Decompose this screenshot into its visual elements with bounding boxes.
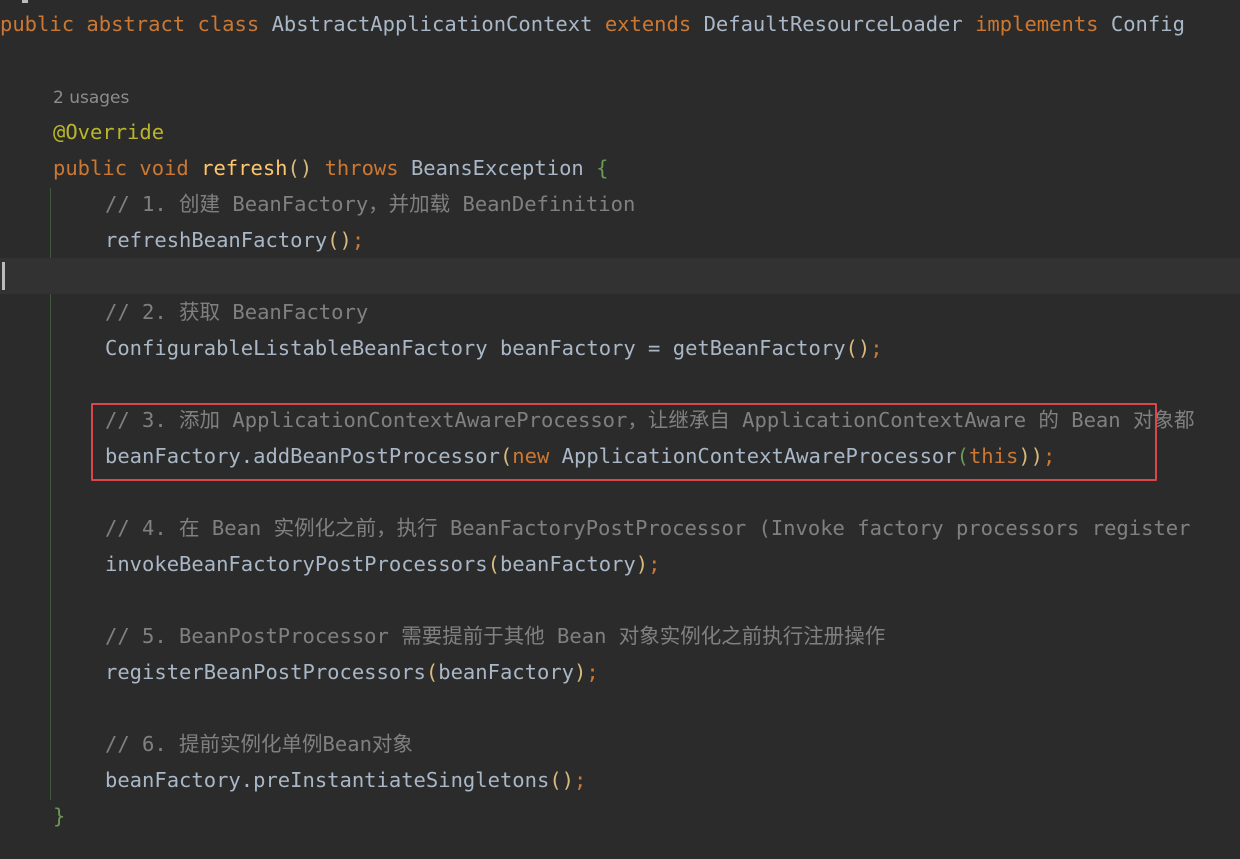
fold-marker: [22, 0, 28, 3]
semicolon: ;: [351, 228, 365, 252]
method-open-brace: {: [596, 156, 609, 180]
method-close-brace[interactable]: }: [53, 798, 65, 834]
code-line-method-declaration[interactable]: public void refresh() throws BeansExcept…: [53, 150, 608, 186]
super-class-name: DefaultResourceLoader: [703, 12, 963, 36]
code-line-class-declaration[interactable]: public abstract class AbstractApplicatio…: [0, 6, 1185, 42]
arg-bean-factory: beanFactory: [438, 660, 575, 684]
call-get-bean-factory: getBeanFactory: [672, 336, 846, 360]
call-register-bean-post-processors: registerBeanPostProcessors: [105, 660, 426, 684]
override-annotation: @Override: [53, 120, 165, 144]
call-parens: (): [845, 336, 871, 360]
semicolon: ;: [870, 336, 883, 360]
call-refresh-bean-factory: refreshBeanFactory: [105, 228, 328, 252]
keyword-class: class: [197, 12, 260, 36]
keyword-abstract: abstract: [86, 12, 186, 36]
exception-name: BeansException: [410, 156, 584, 180]
open-paren: (: [487, 552, 500, 576]
semicolon: ;: [574, 768, 587, 792]
call-parens: (): [549, 768, 575, 792]
keyword-implements: implements: [975, 12, 1099, 36]
code-comment-1[interactable]: // 1. 创建 BeanFactory，并加载 BeanDefinition: [105, 186, 635, 222]
close-paren: ): [635, 552, 649, 576]
code-comment-6[interactable]: // 6. 提前实例化单例Bean对象: [105, 726, 413, 762]
code-line-refresh-bean-factory[interactable]: refreshBeanFactory();: [105, 222, 364, 258]
keyword-void: void: [139, 156, 189, 180]
open-paren: (: [425, 660, 439, 684]
semicolon: ;: [586, 660, 599, 684]
type-configurable-listable-bean-factory: ConfigurableListableBeanFactory: [105, 336, 488, 360]
method-name: refresh: [201, 156, 288, 180]
code-line-get-bean-factory[interactable]: ConfigurableListableBeanFactory beanFact…: [105, 330, 883, 366]
call-invoke-bean-factory-post-processors: invokeBeanFactoryPostProcessors: [105, 552, 488, 576]
close-paren: ): [574, 660, 587, 684]
code-line-pre-instantiate-singletons[interactable]: beanFactory.preInstantiateSingletons();: [105, 762, 586, 798]
code-editor[interactable]: public abstract class AbstractApplicatio…: [0, 0, 1240, 859]
call-pre-instantiate-singletons: beanFactory.preInstantiateSingletons: [105, 768, 550, 792]
text-caret: [2, 262, 5, 290]
assignment-text: beanFactory =: [499, 336, 673, 360]
keyword-public: public: [0, 12, 75, 36]
class-name: AbstractApplicationContext: [271, 12, 593, 36]
method-parens: (): [287, 156, 313, 180]
usages-inlay-hint[interactable]: 2 usages: [53, 80, 129, 116]
code-comment-4[interactable]: // 4. 在 Bean 实例化之前，执行 BeanFactoryPostPro…: [105, 510, 1190, 546]
code-comment-5[interactable]: // 5. BeanPostProcessor 需要提前于其他 Bean 对象实…: [105, 618, 885, 654]
red-highlight-box: [91, 403, 1157, 481]
call-parens: (): [327, 228, 352, 252]
keyword-extends: extends: [604, 12, 692, 36]
code-line-invoke-bean-factory-post-processors[interactable]: invokeBeanFactoryPostProcessors(beanFact…: [105, 546, 660, 582]
keyword-throws: throws: [324, 156, 399, 180]
current-line-highlight[interactable]: [0, 258, 1240, 294]
interface-name: Config: [1110, 12, 1185, 36]
code-line-annotation[interactable]: @Override: [53, 114, 164, 150]
arg-bean-factory: beanFactory: [499, 552, 636, 576]
code-line-register-bean-post-processors[interactable]: registerBeanPostProcessors(beanFactory);: [105, 654, 599, 690]
semicolon: ;: [648, 552, 661, 576]
code-comment-2[interactable]: // 2. 获取 BeanFactory: [105, 294, 368, 330]
keyword-public: public: [53, 156, 128, 180]
